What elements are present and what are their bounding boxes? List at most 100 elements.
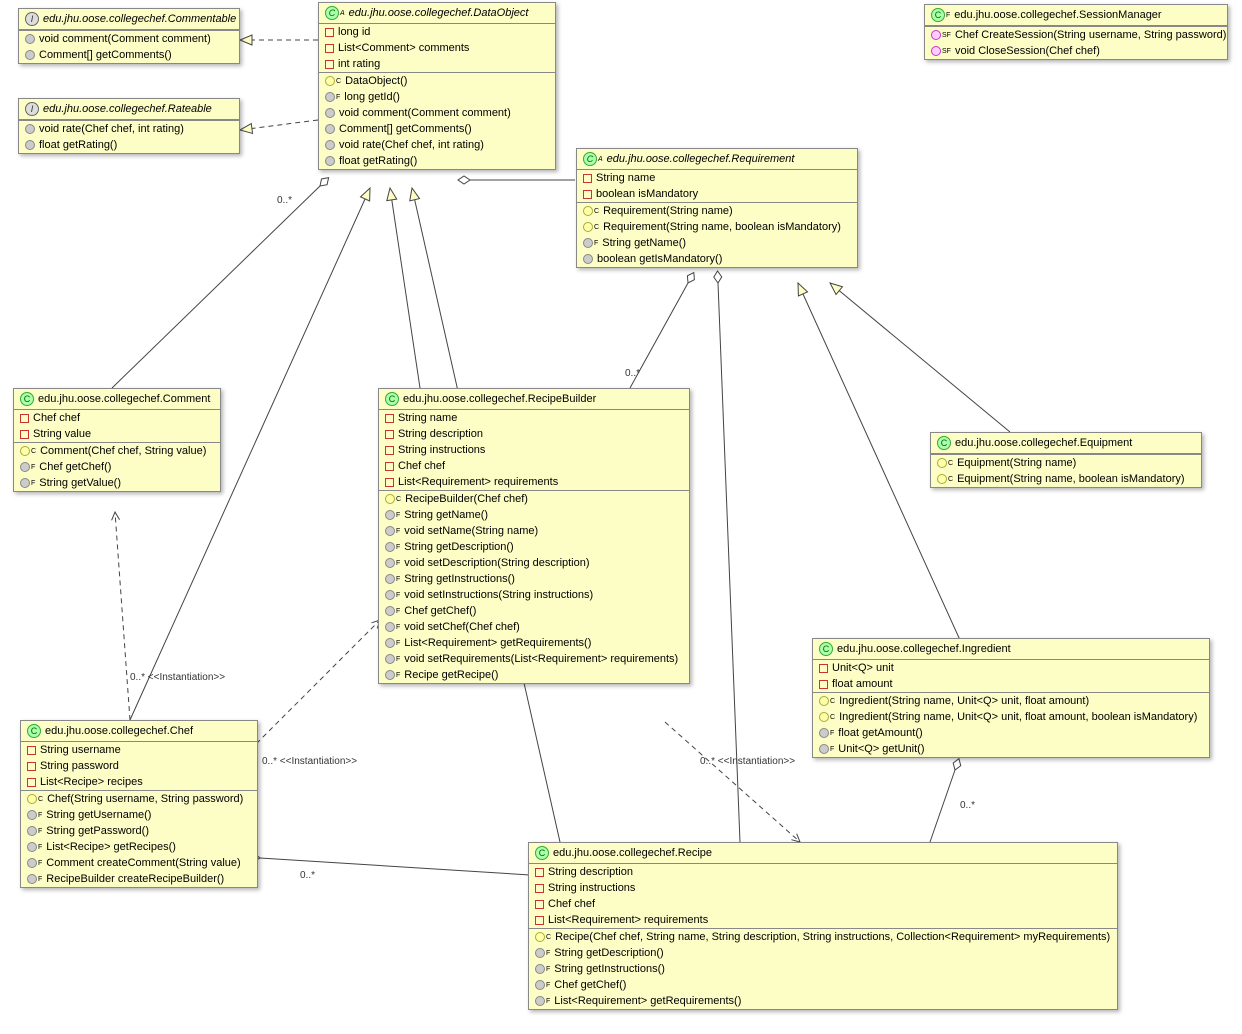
constructor-icon — [937, 458, 947, 468]
constructor-icon — [20, 446, 30, 456]
method-icon — [325, 108, 335, 118]
class-title: edu.jhu.oose.collegechef.RecipeBuilder — [403, 393, 596, 405]
class-ingredient: Cedu.jhu.oose.collegechef.Ingredient Uni… — [812, 638, 1210, 758]
field-icon — [325, 28, 334, 37]
constructor-icon — [385, 494, 395, 504]
constructor-icon — [583, 206, 593, 216]
method-icon — [385, 510, 395, 520]
class-icon: C — [385, 392, 399, 406]
class-title: edu.jhu.oose.collegechef.SessionManager — [954, 9, 1161, 21]
constructor-icon — [583, 222, 593, 232]
class-icon: C — [931, 8, 945, 22]
method-icon — [385, 542, 395, 552]
method-icon — [535, 948, 545, 958]
class-icon: C — [937, 436, 951, 450]
class-recipebuilder: Cedu.jhu.oose.collegechef.RecipeBuilder … — [378, 388, 690, 684]
field-icon — [535, 916, 544, 925]
class-requirement: CAedu.jhu.oose.collegechef.Requirement S… — [576, 148, 858, 268]
field-icon — [27, 778, 36, 787]
constructor-icon — [535, 932, 545, 942]
method-icon — [25, 50, 35, 60]
constructor-icon — [819, 712, 829, 722]
class-commentable: Iedu.jhu.oose.collegechef.Commentable vo… — [18, 8, 240, 64]
class-title: edu.jhu.oose.collegechef.Rateable — [43, 103, 212, 115]
constructor-icon — [937, 474, 947, 484]
field-icon — [20, 430, 29, 439]
method-icon — [819, 744, 829, 754]
field-icon — [385, 462, 394, 471]
field-icon — [325, 60, 334, 69]
field-icon — [27, 746, 36, 755]
method-icon — [385, 638, 395, 648]
method-icon — [535, 980, 545, 990]
method-icon — [385, 574, 395, 584]
method-icon — [27, 842, 37, 852]
multiplicity-label: 0..* — [960, 800, 975, 811]
field-icon — [20, 414, 29, 423]
class-comment: Cedu.jhu.oose.collegechef.Comment Chef c… — [13, 388, 221, 492]
field-icon — [535, 868, 544, 877]
constructor-icon — [819, 696, 829, 706]
method-icon — [25, 140, 35, 150]
method-icon — [385, 526, 395, 536]
method-icon — [583, 238, 593, 248]
class-title: edu.jhu.oose.collegechef.Equipment — [955, 437, 1132, 449]
method-icon — [325, 92, 335, 102]
method-icon — [385, 558, 395, 568]
method-icon — [20, 462, 30, 472]
method-icon — [385, 654, 395, 664]
method-icon — [535, 964, 545, 974]
class-rateable: Iedu.jhu.oose.collegechef.Rateable void … — [18, 98, 240, 154]
field-icon — [385, 446, 394, 455]
method-icon — [25, 34, 35, 44]
class-icon: C — [20, 392, 34, 406]
method-icon — [819, 728, 829, 738]
multiplicity-label: 0..* — [300, 870, 315, 881]
abstract-class-icon: C — [325, 6, 339, 20]
method-icon — [27, 810, 37, 820]
method-icon — [385, 590, 395, 600]
class-sessionmanager: CFedu.jhu.oose.collegechef.SessionManage… — [924, 4, 1228, 60]
field-icon — [535, 900, 544, 909]
class-title: edu.jhu.oose.collegechef.Commentable — [43, 13, 236, 25]
class-dataobject: CAedu.jhu.oose.collegechef.DataObject lo… — [318, 2, 556, 170]
class-title: edu.jhu.oose.collegechef.DataObject — [349, 7, 529, 19]
class-title: edu.jhu.oose.collegechef.Ingredient — [837, 643, 1011, 655]
constructor-icon — [325, 76, 335, 86]
class-recipe: Cedu.jhu.oose.collegechef.Recipe String … — [528, 842, 1118, 1010]
multiplicity-label: 0..* <<Instantiation>> — [130, 672, 225, 683]
field-icon — [385, 478, 394, 487]
method-icon — [25, 124, 35, 134]
interface-icon: I — [25, 102, 39, 116]
method-icon — [535, 996, 545, 1006]
method-icon — [27, 858, 37, 868]
field-icon — [325, 44, 334, 53]
constructor-icon — [27, 794, 37, 804]
field-icon — [385, 414, 394, 423]
method-icon — [325, 140, 335, 150]
method-icon — [27, 826, 37, 836]
method-icon — [325, 156, 335, 166]
class-title: edu.jhu.oose.collegechef.Chef — [45, 725, 193, 737]
field-icon — [819, 680, 828, 689]
field-icon — [385, 430, 394, 439]
multiplicity-label: 0..* — [277, 195, 292, 206]
interface-icon: I — [25, 12, 39, 26]
class-icon: C — [27, 724, 41, 738]
field-icon — [583, 190, 592, 199]
multiplicity-label: 0..* — [625, 368, 640, 379]
static-method-icon — [931, 30, 941, 40]
field-icon — [819, 664, 828, 673]
static-method-icon — [931, 46, 941, 56]
field-icon — [535, 884, 544, 893]
method-icon — [385, 622, 395, 632]
abstract-class-icon: C — [583, 152, 597, 166]
field-icon — [27, 762, 36, 771]
class-icon: C — [535, 846, 549, 860]
class-title: edu.jhu.oose.collegechef.Recipe — [553, 847, 712, 859]
method-icon — [20, 478, 30, 488]
class-chef: Cedu.jhu.oose.collegechef.Chef String us… — [20, 720, 258, 888]
method-icon — [27, 874, 37, 884]
multiplicity-label: 0..* <<Instantiation>> — [262, 756, 357, 767]
multiplicity-label: 0..* <<Instantiation>> — [700, 756, 795, 767]
